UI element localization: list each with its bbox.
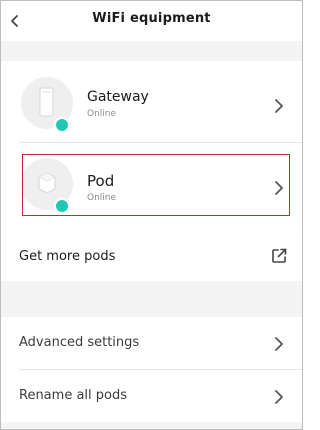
section-separator [1, 281, 302, 317]
device-name: Gateway [87, 89, 149, 105]
section-separator [1, 422, 302, 429]
get-more-pods-row[interactable]: Get more pods [1, 231, 302, 281]
advanced-settings-row[interactable]: Advanced settings [1, 317, 302, 369]
online-status-dot [54, 117, 70, 133]
device-avatar [21, 158, 73, 214]
page-title: WiFi equipment [92, 11, 211, 26]
chevron-right-icon [274, 180, 284, 196]
device-status: Online [87, 193, 117, 203]
chevron-right-icon [274, 336, 284, 352]
get-more-pods-label: Get more pods [19, 249, 116, 264]
rename-all-pods-row[interactable]: Rename all pods [1, 370, 302, 422]
chevron-right-icon [274, 98, 284, 114]
app-frame: WiFi equipment Gateway Online Pod Online [0, 0, 303, 430]
header: WiFi equipment [1, 1, 302, 41]
chevron-right-icon [274, 389, 284, 405]
device-name: Pod [87, 172, 115, 190]
rename-all-pods-label: Rename all pods [19, 388, 127, 403]
device-row-pod[interactable]: Pod Online [1, 142, 302, 224]
external-link-button[interactable] [270, 247, 288, 265]
device-row-gateway[interactable]: Gateway Online [1, 61, 302, 143]
online-status-dot [54, 198, 70, 214]
device-status: Online [87, 109, 117, 119]
advanced-settings-label: Advanced settings [19, 335, 140, 350]
external-link-icon [272, 248, 287, 263]
section-separator [1, 41, 302, 61]
device-avatar [21, 77, 73, 133]
